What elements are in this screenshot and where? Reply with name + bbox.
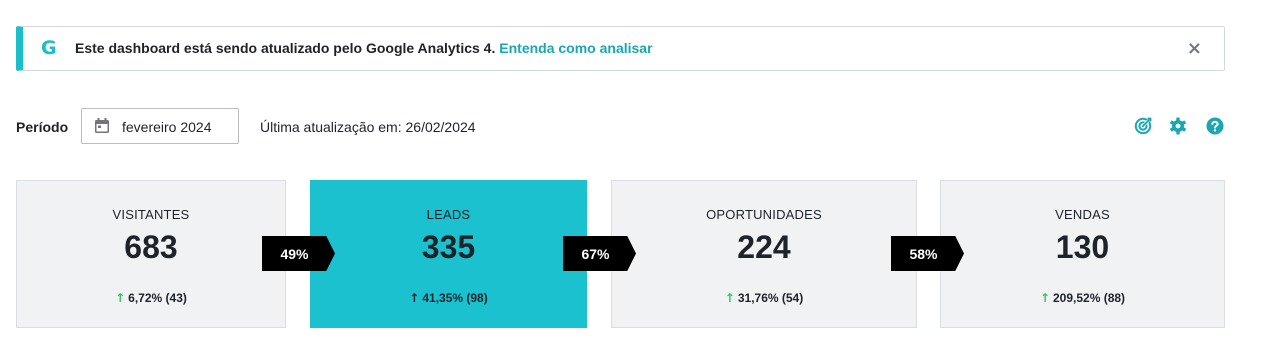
stage-value: 683 (124, 229, 178, 265)
conversion-rate-badge: 67% (563, 236, 636, 271)
conversion-rate-badge: 58% (891, 236, 964, 271)
period-label: Período (16, 119, 69, 135)
period-select[interactable]: fevereiro 2024 (81, 108, 239, 144)
stage-title: OPORTUNIDADES (706, 207, 822, 222)
ga4-notice-banner: G Este dashboard está sendo atualizado p… (16, 26, 1225, 71)
arrow-up-icon: ↑ (724, 291, 735, 305)
last-update-text: Última atualização em: 26/02/2024 (260, 119, 476, 135)
stage-title: VISITANTES (112, 207, 190, 222)
conversion-rate-badge: 49% (262, 236, 335, 271)
stage-change: ↑ 6,72% (43) (17, 291, 285, 305)
stage-card-visitantes[interactable]: VISITANTES 683 ↑ 6,72% (43) (16, 180, 286, 328)
stage-change: ↑ 31,76% (54) (612, 291, 916, 305)
stage-value: 335 (421, 229, 476, 265)
stage-change-text: 209,52% (88) (1053, 291, 1126, 305)
stage-title: LEADS (426, 207, 471, 222)
stage-title: VENDAS (1055, 207, 1110, 222)
stage-card-vendas[interactable]: VENDAS 130 ↑ 209,52% (88) (940, 180, 1225, 328)
close-icon[interactable]: × (1187, 38, 1202, 59)
target-icon[interactable] (1134, 117, 1152, 135)
banner-link[interactable]: Entenda como analisar (499, 40, 652, 56)
gear-icon[interactable] (1169, 117, 1187, 135)
google-g-icon: G (41, 37, 57, 59)
stage-value: 130 (1055, 229, 1110, 265)
arrow-up-icon: ↑ (409, 291, 420, 305)
stage-change-text: 41,35% (98) (422, 291, 488, 305)
stage-change-text: 6,72% (43) (128, 291, 187, 305)
stage-change: ↑ 209,52% (88) (941, 291, 1224, 305)
stage-value: 224 (737, 229, 791, 265)
arrow-up-icon: ↑ (115, 291, 126, 305)
arrow-up-icon: ↑ (1039, 291, 1050, 305)
banner-message: Este dashboard está sendo atualizado pel… (75, 40, 653, 56)
stage-card-leads[interactable]: LEADS 335 ↑ 41,35% (98) (310, 180, 587, 328)
banner-text: Este dashboard está sendo atualizado pel… (75, 40, 496, 56)
calendar-icon (95, 118, 109, 133)
stage-card-oportunidades[interactable]: OPORTUNIDADES 224 ↑ 31,76% (54) (611, 180, 917, 328)
stage-change-text: 31,76% (54) (737, 291, 804, 305)
period-value: fevereiro 2024 (122, 119, 212, 135)
help-icon[interactable] (1206, 117, 1224, 135)
stage-change: ↑ 41,35% (98) (311, 291, 586, 305)
